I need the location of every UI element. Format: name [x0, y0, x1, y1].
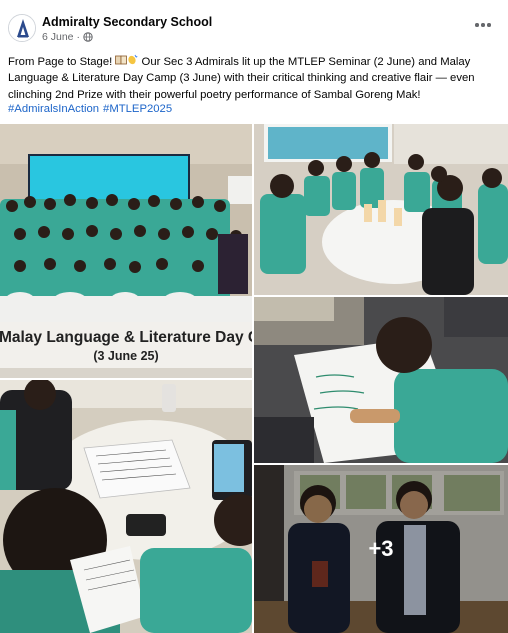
book-emoji: [115, 55, 128, 68]
school-crest-icon: [9, 15, 35, 41]
photo-award[interactable]: +3: [254, 465, 508, 633]
page-name[interactable]: Admiralty Secondary School: [42, 15, 212, 29]
more-options-icon[interactable]: [472, 18, 494, 32]
more-photos-overlay[interactable]: +3: [254, 465, 508, 633]
photo-writing[interactable]: [254, 297, 508, 463]
photo-banner[interactable]: Malay Language & Literature Day C (3 Jun…: [0, 322, 252, 378]
post-date[interactable]: 6 June: [42, 31, 74, 43]
photo-group[interactable]: [0, 124, 252, 322]
meta-separator: ·: [76, 31, 81, 43]
post-meta: 6 June ·: [42, 31, 93, 43]
photo-seminar-table[interactable]: [254, 124, 508, 295]
globe-icon: [83, 32, 93, 42]
hashtag-row: #AdmiralsInAction #MTLEP2025: [8, 101, 176, 117]
clapping-hands-emoji: [127, 54, 138, 68]
banner-title: Malay Language & Literature Day C: [0, 329, 252, 346]
caption-text-1: From Page to Stage!: [8, 56, 116, 68]
post-header: Admiralty Secondary School 6 June ·: [0, 0, 508, 48]
post-caption: From Page to Stage! Our Sec 3 Admirals l…: [8, 54, 502, 103]
photo-grid: Malay Language & Literature Day C (3 Jun…: [0, 124, 508, 633]
page-avatar[interactable]: [8, 14, 36, 42]
banner-date: (3 June 25): [93, 349, 159, 363]
hashtag-admirals[interactable]: #AdmiralsInAction: [8, 103, 99, 115]
hashtag-mtlep[interactable]: #MTLEP2025: [103, 103, 172, 115]
photo-poem-reading[interactable]: [0, 380, 252, 633]
